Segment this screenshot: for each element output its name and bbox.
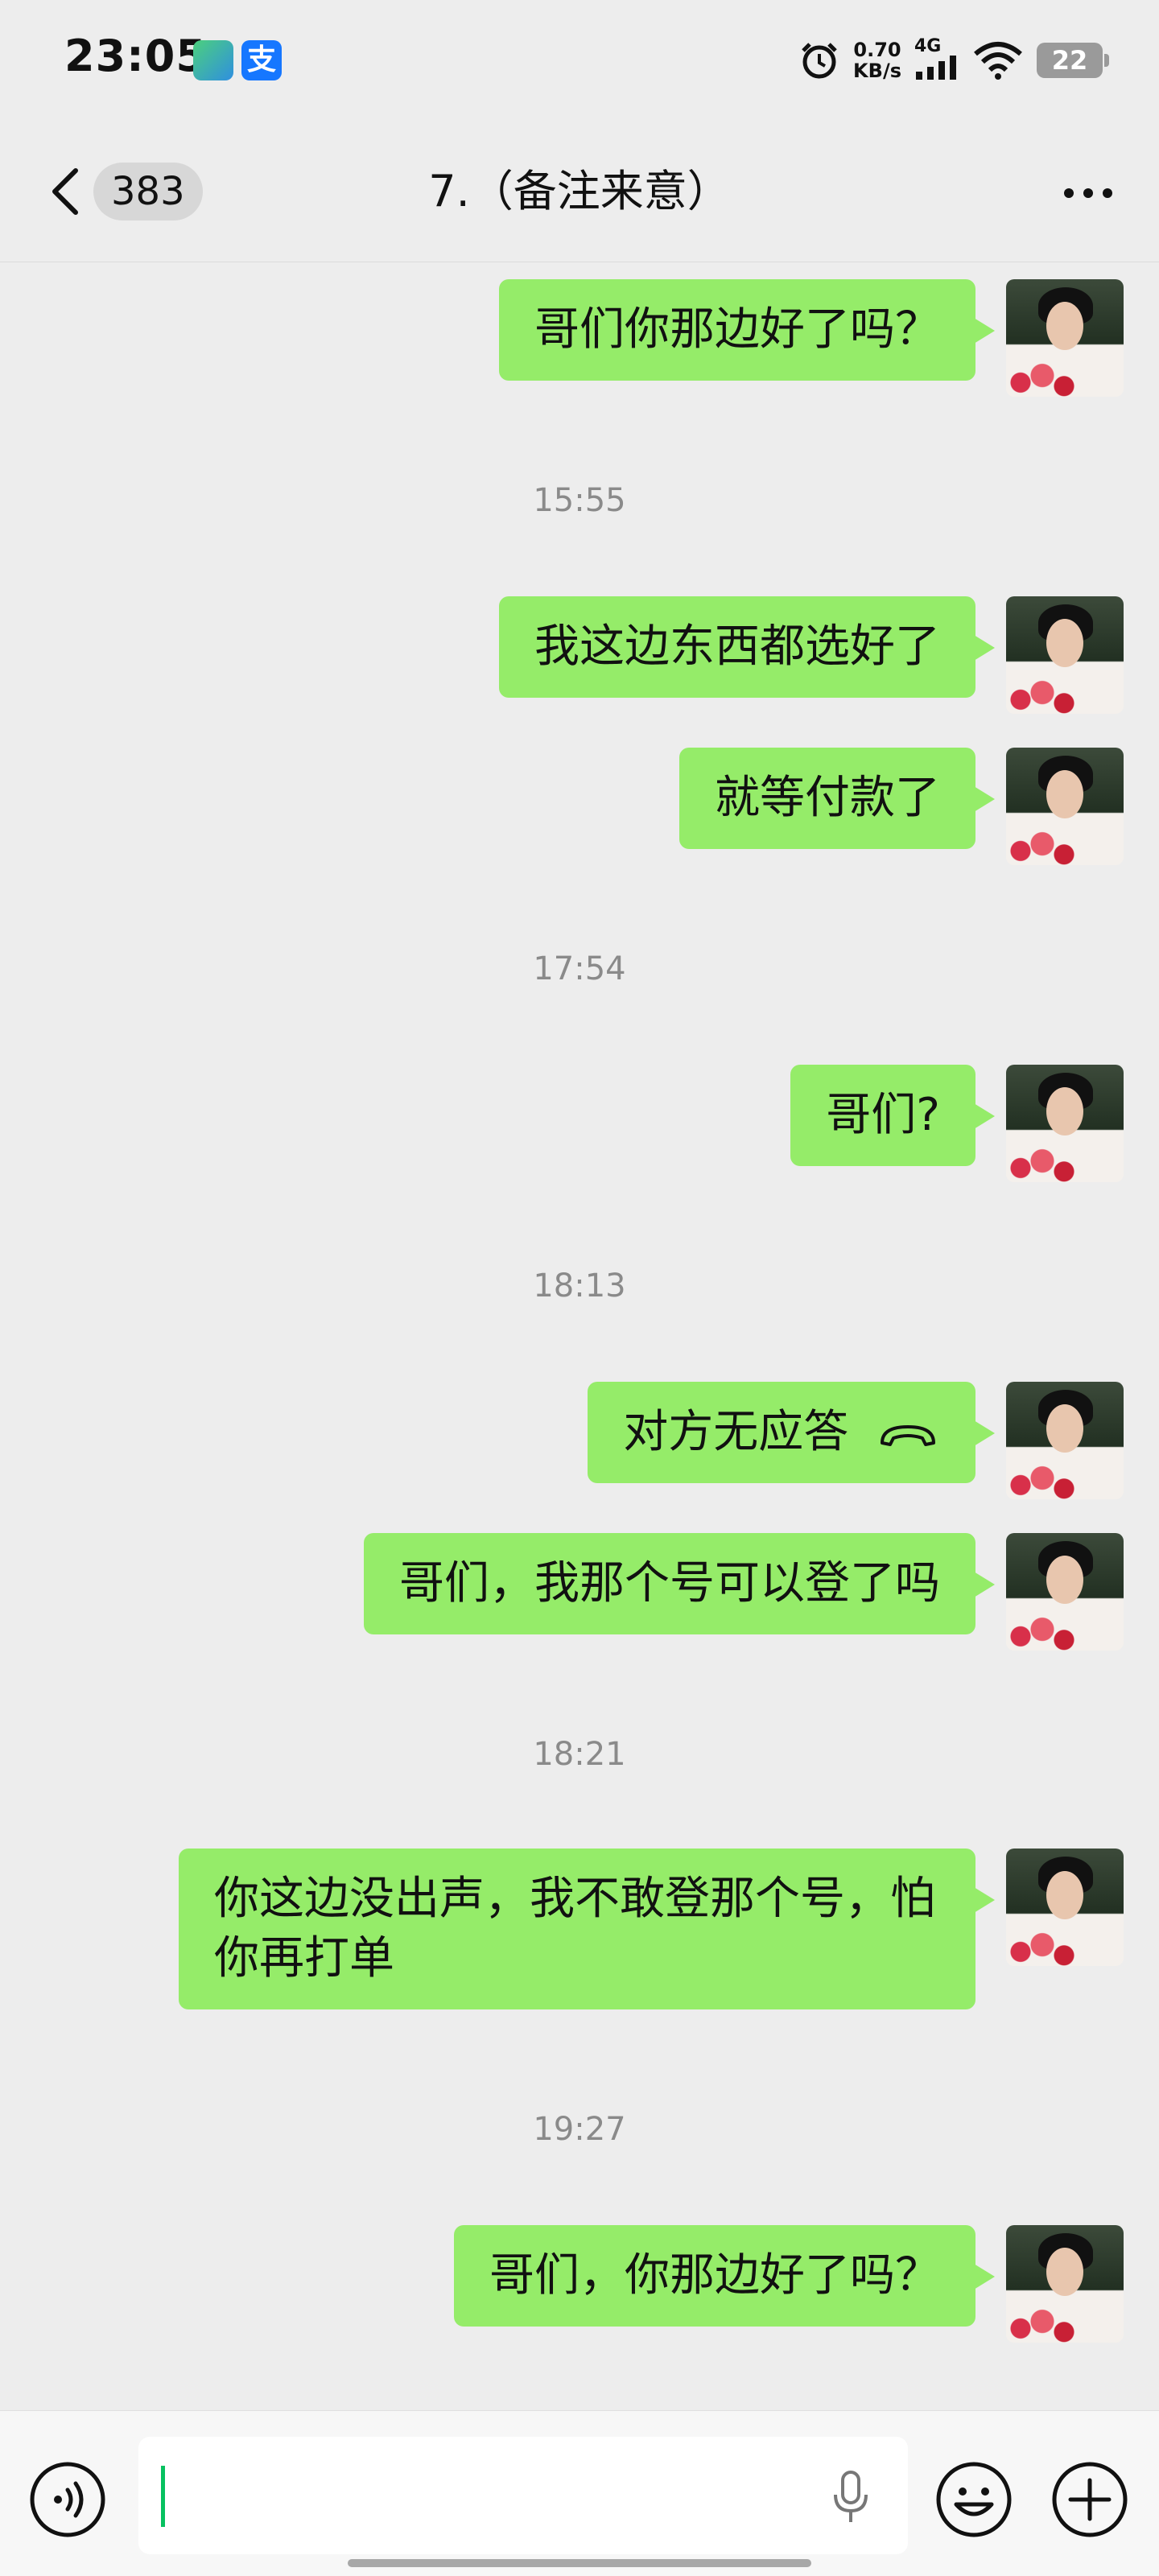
message-row: 哥们，你那边好了吗？ bbox=[454, 2225, 1124, 2343]
avatar[interactable] bbox=[1006, 1065, 1124, 1182]
emoji-icon[interactable] bbox=[934, 2459, 1014, 2540]
message-bubble[interactable]: 哥们，你那边好了吗？ bbox=[454, 2225, 995, 2327]
battery-icon: 22 bbox=[1037, 43, 1109, 78]
message-timestamp: 17:54 bbox=[533, 950, 626, 987]
app-notification-icon bbox=[193, 40, 233, 80]
status-right: 0.70 KB/s 4G 22 bbox=[798, 32, 1109, 89]
chat-header: 383 7.（备注来意） bbox=[0, 121, 1159, 262]
message-bubble[interactable]: 哥们? bbox=[790, 1065, 995, 1166]
wifi-icon bbox=[974, 42, 1022, 80]
chat-title: 7.（备注来意） bbox=[428, 166, 731, 216]
alarm-icon bbox=[802, 43, 837, 79]
status-bar: 23:05 支 0.70 KB/s 4G 22 bbox=[0, 0, 1159, 121]
net-speed-value: 0.70 bbox=[853, 39, 901, 61]
avatar[interactable] bbox=[1006, 1849, 1124, 1966]
voice-icon[interactable] bbox=[27, 2459, 108, 2540]
avatar[interactable] bbox=[1006, 1533, 1124, 1651]
net-speed-unit: KB/s bbox=[853, 60, 901, 82]
message-timestamp: 15:55 bbox=[533, 482, 626, 519]
avatar[interactable] bbox=[1006, 2225, 1124, 2343]
message-bubble[interactable]: 就等付款了 bbox=[679, 748, 995, 849]
message-row: 你这边没出声，我不敢登那个号，怕你再打单 bbox=[179, 1849, 1124, 2009]
more-options-icon[interactable] bbox=[1056, 169, 1120, 217]
message-bubble[interactable]: 哥们，我那个号可以登了吗 bbox=[364, 1533, 995, 1634]
alipay-icon: 支 bbox=[241, 40, 282, 80]
avatar[interactable] bbox=[1006, 1382, 1124, 1499]
message-row: 对方无应答 bbox=[588, 1382, 1124, 1499]
signal-icon bbox=[916, 56, 956, 80]
net-speed: 0.70 KB/s bbox=[853, 39, 901, 81]
message-bubble[interactable]: 我这边东西都选好了 bbox=[499, 596, 995, 698]
message-row: 哥们，我那个号可以登了吗 bbox=[364, 1533, 1124, 1651]
avatar[interactable] bbox=[1006, 596, 1124, 714]
input-bar bbox=[0, 2410, 1159, 2576]
text-caret bbox=[161, 2466, 165, 2527]
message-row: 哥们? bbox=[790, 1065, 1124, 1182]
message-row: 就等付款了 bbox=[679, 748, 1124, 865]
mic-icon[interactable] bbox=[831, 2469, 871, 2525]
avatar[interactable] bbox=[1006, 748, 1124, 865]
network-type: 4G bbox=[914, 36, 942, 56]
message-input[interactable] bbox=[138, 2437, 908, 2554]
message-timestamp: 19:27 bbox=[533, 2111, 626, 2148]
hang-up-icon bbox=[881, 1424, 935, 1446]
message-timestamp: 18:21 bbox=[533, 1736, 626, 1773]
message-list[interactable]: 哥们你那边好了吗？ 15:55 我这边东西都选好了 就等付款了 17:54 哥们… bbox=[0, 262, 1159, 2410]
message-bubble[interactable]: 哥们你那边好了吗？ bbox=[499, 279, 995, 381]
home-indicator[interactable] bbox=[348, 2559, 811, 2567]
avatar[interactable] bbox=[1006, 279, 1124, 397]
message-row: 哥们你那边好了吗？ bbox=[499, 279, 1124, 397]
message-bubble[interactable]: 你这边没出声，我不敢登那个号，怕你再打单 bbox=[179, 1849, 995, 2009]
call-status-bubble[interactable]: 对方无应答 bbox=[588, 1382, 995, 1483]
message-row: 我这边东西都选好了 bbox=[499, 596, 1124, 714]
plus-icon[interactable] bbox=[1050, 2459, 1130, 2540]
signal: 4G bbox=[914, 38, 959, 83]
status-time: 23:05 bbox=[64, 31, 207, 81]
call-status-text: 对方无应答 bbox=[623, 1406, 849, 1458]
message-timestamp: 18:13 bbox=[533, 1267, 626, 1304]
